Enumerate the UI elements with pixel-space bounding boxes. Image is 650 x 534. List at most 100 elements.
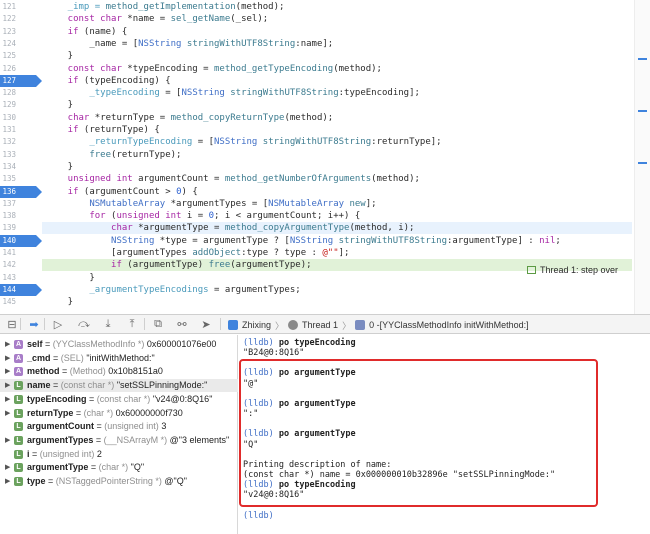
line-number[interactable]: 122: [0, 13, 34, 25]
variable-value: @"3 elements": [169, 434, 230, 445]
variable-row[interactable]: ▶ Amethod = (Method) 0x10b8151a0: [0, 365, 238, 378]
line-number[interactable]: 145: [0, 296, 34, 308]
line-number[interactable]: 143: [0, 272, 34, 284]
variable-text: i = (unsigned int) 2: [27, 448, 102, 461]
source-editor[interactable]: 121 122 123 124 125 126 127 128 129 130 131 132 133 1…: [0, 0, 650, 314]
line-number[interactable]: 125: [0, 50, 34, 62]
breakpoint-marker[interactable]: 140: [0, 234, 42, 247]
continue-icon[interactable]: ▷: [50, 317, 66, 331]
line-number[interactable]: 129: [0, 99, 34, 111]
line-number[interactable]: 121: [0, 1, 34, 13]
variable-value: 0x600001076e00: [146, 339, 217, 349]
variable-name: _cmd: [27, 352, 51, 363]
simulate-location-icon[interactable]: ➤: [198, 317, 214, 331]
variable-value: 3: [161, 421, 167, 432]
line-number[interactable]: 141: [0, 247, 34, 259]
line-number[interactable]: 126: [0, 63, 34, 75]
crumb-thread[interactable]: Thread 1: [302, 320, 338, 330]
chevron-right-icon: 〉: [275, 320, 285, 331]
code-token: free: [46, 149, 112, 160]
variable-row[interactable]: ▶ LargumentTypes = (__NSArrayM *) @"3 ele…: [0, 434, 238, 447]
crumb-frame[interactable]: 0 -[YYClassMethodInfo initWithMethod:]: [369, 320, 529, 330]
code-token: (argumentType);: [230, 260, 312, 271]
line-number[interactable]: 133: [0, 149, 34, 161]
code-token: argumentCount =: [132, 174, 225, 185]
line-number[interactable]: 130: [0, 112, 34, 124]
variable-row[interactable]: LargumentCount = (unsigned int) 3: [0, 420, 238, 433]
line-number-gutter[interactable]: 121 122 123 124 125 126 127 128 129 130 131 132 133 1…: [0, 0, 42, 314]
disclosure-triangle-icon[interactable]: ▶: [5, 365, 11, 378]
equals-sign: =: [93, 434, 104, 445]
lldb-prompt: (lldb): [243, 511, 274, 521]
line-number[interactable]: 124: [0, 38, 34, 50]
disclosure-triangle-icon[interactable]: ▶: [5, 407, 11, 420]
variable-text: returnType = (char *) 0x60000000f730: [27, 407, 183, 420]
breakpoints-toggle-icon[interactable]: ➡: [26, 317, 42, 331]
editor-scrollbar[interactable]: [634, 0, 650, 314]
thread-status-badge: Thread 1: step over: [527, 264, 618, 276]
disclosure-triangle-icon[interactable]: ▶: [5, 461, 11, 474]
variable-row[interactable]: ▶ A _cmd = (SEL) "initWithMethod:": [0, 352, 238, 365]
code-token: method_getTypeEncoding: [213, 63, 334, 74]
line-number[interactable]: 134: [0, 161, 34, 173]
variable-row[interactable]: ▶ LreturnType = (char *) 0x60000000f730: [0, 407, 238, 420]
view-hierarchy-icon[interactable]: ⧉: [150, 317, 166, 331]
memory-graph-icon[interactable]: ⚯: [174, 317, 190, 331]
breakpoint-marker[interactable]: 136: [0, 185, 42, 198]
variable-row[interactable]: ▶ LargumentType = (char *) "Q": [0, 461, 238, 474]
code-token: NSString: [289, 235, 334, 246]
code-token: (typeEncoding) {: [78, 75, 171, 86]
step-over-icon[interactable]: ⤼: [76, 317, 92, 331]
code-token: (argumentType): [121, 260, 209, 271]
variable-value: 0x60000000f730: [115, 407, 183, 418]
variable-value: 0x10b8151a0: [108, 366, 163, 377]
variable-row[interactable]: ▶ Ltype = (NSTaggedPointerString *) @"Q": [0, 475, 238, 488]
variable-name: name: [27, 380, 51, 391]
code-token: :name];: [295, 38, 334, 49]
line-number[interactable]: 138: [0, 210, 34, 222]
disclosure-triangle-icon[interactable]: ▶: [5, 434, 11, 447]
hide-panel-icon[interactable]: ⊟: [4, 317, 20, 331]
variable-row[interactable]: Li = (unsigned int) 2: [0, 448, 238, 461]
variable-text: argumentType = (char *) "Q": [27, 461, 144, 474]
step-into-icon[interactable]: ⤓: [100, 317, 116, 331]
step-out-icon[interactable]: ⤒: [124, 317, 140, 331]
line-number[interactable]: 128: [0, 87, 34, 99]
code-token: _imp =: [46, 2, 106, 12]
variable-row[interactable]: ▶ LtypeEncoding = (const char *) "v24@0:8…: [0, 393, 238, 406]
breakpoint-overview-mark: [638, 110, 647, 112]
line-number[interactable]: 131: [0, 124, 34, 136]
code-token: if: [46, 125, 79, 135]
line-number[interactable]: 139: [0, 222, 34, 234]
equals-sign: =: [73, 407, 84, 418]
line-number[interactable]: 135: [0, 173, 34, 185]
console-line: (lldb): [243, 511, 274, 522]
variable-row[interactable]: ▶ Aself = (YYClassMethodInfo *) 0x6000010…: [0, 338, 238, 351]
code-token: :argumentType] :: [447, 235, 540, 246]
code-line: }: [46, 296, 73, 308]
debug-breadcrumb[interactable]: Zhixing 〉 Thread 1 〉 0 -[YYClassMethodInfo i…: [228, 318, 529, 332]
thread-icon: [288, 320, 299, 330]
variable-row[interactable]: ▶ Lname = (const char *) "setSSLPinningMo…: [0, 379, 238, 393]
disclosure-triangle-icon[interactable]: ▶: [5, 338, 11, 351]
code-token: NSString: [181, 88, 225, 99]
code-token: stringWithUTF8String: [224, 88, 339, 99]
crumb-app[interactable]: Zhixing: [242, 320, 271, 330]
line-number[interactable]: 132: [0, 136, 34, 148]
disclosure-triangle-icon[interactable]: ▶: [5, 352, 11, 365]
thread-status-text: Thread 1: step over: [540, 265, 619, 275]
local-badge-icon: L: [14, 408, 23, 418]
line-number[interactable]: 137: [0, 198, 34, 210]
breakpoint-marker[interactable]: 127: [0, 74, 42, 87]
code-token: NSString: [46, 235, 155, 246]
disclosure-triangle-icon[interactable]: ▶: [5, 475, 11, 488]
breakpoint-marker[interactable]: 144: [0, 283, 42, 296]
line-number[interactable]: 123: [0, 26, 34, 38]
disclosure-triangle-icon[interactable]: ▶: [5, 379, 11, 392]
line-number[interactable]: 142: [0, 259, 34, 271]
disclosure-triangle-icon[interactable]: ▶: [5, 393, 11, 406]
breakpoint-overview-mark: [638, 162, 647, 164]
variables-view[interactable]: ▶ Aself = (YYClassMethodInfo *) 0x6000010…: [0, 335, 238, 534]
console-output: "B24@0:8Q16": [243, 348, 305, 359]
code-token: (name) {: [78, 26, 128, 37]
